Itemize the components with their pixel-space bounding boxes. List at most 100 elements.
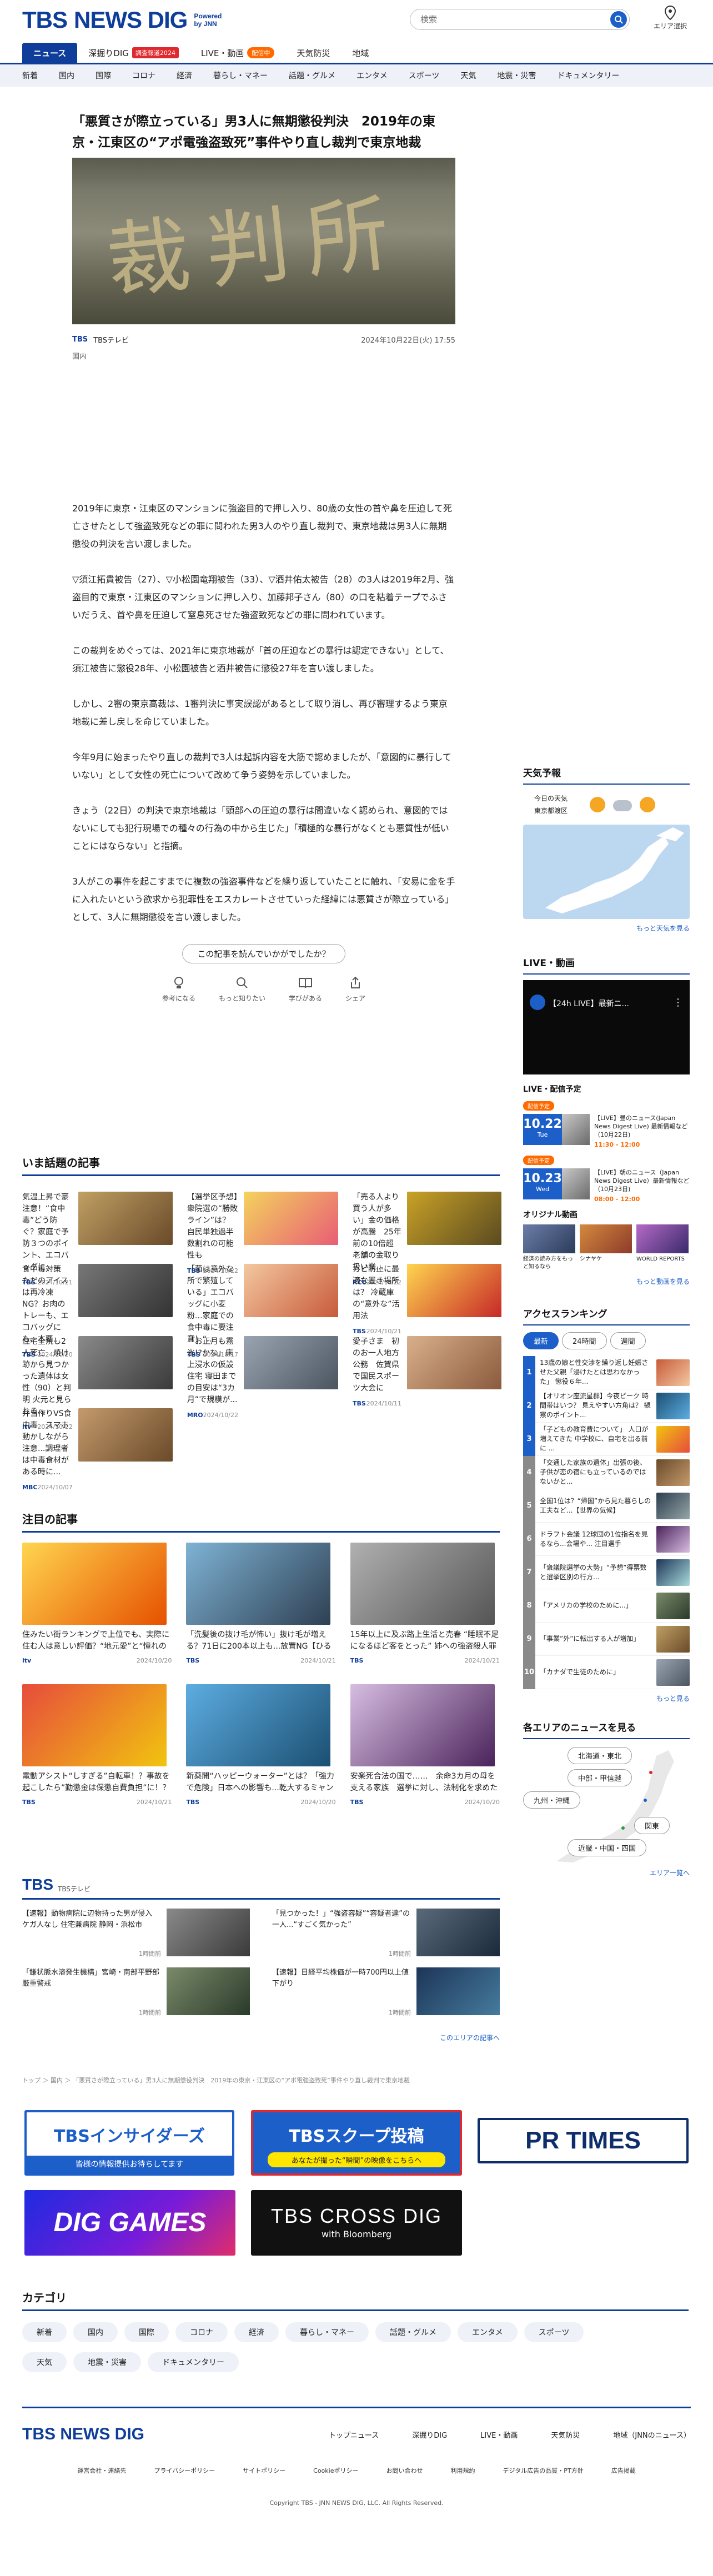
category-pill[interactable]: 経済: [234, 2322, 279, 2342]
tbs-item[interactable]: 「見つかった！」“強盗容疑”“容疑者達”の一人...“すごく気かった” 1時間前: [272, 1909, 500, 1960]
featured-card[interactable]: 住みたい街ランキングで上位でも、実際に住む人は意しい評価？“地元愛”と“憧れの地…: [22, 1543, 172, 1664]
featured-card[interactable]: 15年以上に及ぶ路上生活と売春 “睡眠不足になるほど客をとった” 姉への強盗殺人…: [350, 1543, 500, 1664]
featured-card[interactable]: 安楽死合法の国で…… 余命3カ月の母を支える家族 選挙に対し、法制化を求めた男性…: [350, 1684, 500, 1806]
ranking-item[interactable]: 9 「事業”外”に転出する人が増加」: [523, 1622, 690, 1656]
trending-item[interactable]: 「売る人より買う人が多い」金の価格が高騰 25年前の10倍超 老舗の金取り扱い業…: [353, 1192, 502, 1286]
reaction-more-button[interactable]: もっと知りたい: [219, 976, 265, 1003]
subnav-international[interactable]: 国際: [96, 70, 111, 81]
nav-live[interactable]: LIVE・動画 配信中: [190, 43, 286, 63]
trending-item[interactable]: 気温上昇で豪注意！“食中毒”どう防ぐ？家庭で予防３つのポイント、エコバッグに… T…: [22, 1192, 173, 1286]
footer-logo[interactable]: TBS NEWS DIG: [22, 2425, 144, 2444]
category-pill[interactable]: 新着: [22, 2322, 67, 2342]
subnav-economy[interactable]: 経済: [177, 70, 192, 81]
ranking-more-link[interactable]: もっと見る: [523, 1694, 690, 1703]
area-kanto[interactable]: 関東: [634, 1817, 670, 1834]
live-video-player[interactable]: 【24h LIVE】最新ニ... ⋮: [523, 980, 690, 1074]
footer-sub-link[interactable]: サイトポリシー: [243, 2466, 285, 2475]
share-button[interactable]: シェア: [345, 976, 365, 1003]
trending-item[interactable]: 【選挙区予想】衆院選の“勝敗ライン”は？ 自民単独過半数割れの可能性も TBS 20…: [187, 1192, 338, 1274]
banner-insiders[interactable]: TBSインサイダーズ 皆様の情報提供お待ちしてます: [24, 2110, 234, 2176]
ranking-tab-latest[interactable]: 最新: [523, 1332, 559, 1349]
nav-dig[interactable]: 深掘りDIG 調査報道2024: [77, 43, 190, 63]
footer-sub-link[interactable]: 広告掲載: [611, 2466, 636, 2475]
footer-main-link[interactable]: 地域（JNNのニュース）: [613, 2429, 691, 2440]
category-pill[interactable]: 話題・グルメ: [375, 2322, 451, 2342]
ranking-item[interactable]: 10 「カナダで生徒のために」: [523, 1655, 690, 1689]
category-pill[interactable]: ドキュメンタリー: [148, 2352, 239, 2372]
ranking-item[interactable]: 3 「子どもの教育費について」 人口が増えてきた 中学校に、自宅を出る前に ...: [523, 1422, 690, 1456]
tbs-item[interactable]: 【速報】日経平均株価が一時700円以上値下がり 1時間前: [272, 1967, 500, 2018]
reaction-helpful-button[interactable]: 参考になる: [162, 976, 195, 1003]
subnav-documentary[interactable]: ドキュメンタリー: [557, 70, 619, 81]
trending-item[interactable]: 愛子さま 初のお一人地方公務 佐賀県で国民スポーツ大会に TBS 2024/10/1…: [353, 1336, 502, 1407]
subnav-weather[interactable]: 天気: [460, 70, 476, 81]
footer-sub-link[interactable]: デジタル広告の品質・PT方針: [503, 2466, 583, 2475]
footer-main-link[interactable]: LIVE・動画: [480, 2429, 518, 2440]
trending-item[interactable]: カビ防止に最適な置き場所は？ 冷蔵庫の“意外な”活用法 TBS 2024/10/21: [353, 1264, 502, 1335]
original-video-card[interactable]: WORLD REPORTS: [636, 1224, 689, 1271]
footer-sub-link[interactable]: プライバシーポリシー: [154, 2466, 215, 2475]
category-pill[interactable]: 天気: [22, 2352, 67, 2372]
ranking-item[interactable]: 7 「衆議院選挙の大勢」“予想”得票数と選挙区別の行方...: [523, 1555, 690, 1589]
footer-sub-link[interactable]: 利用規約: [450, 2466, 475, 2475]
area-hokkaido-tohoku[interactable]: 北海道・東北: [568, 1747, 632, 1764]
ranking-item[interactable]: 2 【オリオン座流星群】今夜ピーク 時間帯はいつ？ 見えやすい方角は？ 観察のポイ…: [523, 1389, 690, 1423]
live-more-link[interactable]: もっと動画を見る: [523, 1277, 690, 1286]
nav-news[interactable]: ニュース: [22, 43, 78, 63]
category-pill[interactable]: 国内: [73, 2322, 118, 2342]
weather-widget[interactable]: 今日の天気 東京都渡区 もっと天気を見る: [523, 784, 690, 933]
banner-prtimes[interactable]: PR TIMES: [478, 2118, 689, 2163]
live-schedule-item[interactable]: 配信予定 10.22 Tue 【LIVE】昼のニュース(Japan News Dige…: [523, 1100, 690, 1149]
category-pill[interactable]: コロナ: [175, 2322, 228, 2342]
trending-item[interactable]: 「菌は意外な所で繁殖している」エコバッグに小麦粉…家庭での食中毒に要注意！“..…: [187, 1264, 338, 1358]
footer-sub-link[interactable]: Cookieポリシー: [313, 2466, 358, 2475]
original-video-card[interactable]: シナヤケ: [580, 1224, 632, 1271]
search-input[interactable]: [420, 14, 610, 24]
original-video-card[interactable]: 経済の読み方をもっと知るなら: [523, 1224, 575, 1271]
featured-card[interactable]: 電動アシスト“しすぎる”自転車！？事故を起こしたら”勤懲金は保懲自費負担”に！？…: [22, 1684, 172, 1806]
nav-weather[interactable]: 天気防災: [285, 43, 341, 63]
footer-sub-link[interactable]: お問い合わせ: [386, 2466, 423, 2475]
featured-card[interactable]: 「洗髪後の抜け毛が怖い」抜け毛が増える？71日に200本以上も...放置NG【ひ…: [186, 1543, 336, 1664]
category-pill[interactable]: 地震・災害: [73, 2352, 141, 2372]
ranking-item[interactable]: 8 「アメリカの学校のために...」: [523, 1589, 690, 1623]
trending-item[interactable]: 「お正月も霧氷!?かな」床上浸水の仮設住宅 寝田までの目安は“3カ月”で規模が.…: [187, 1336, 338, 1419]
footer-sub-link[interactable]: 運営会社・連絡先: [77, 2466, 126, 2475]
site-logo[interactable]: TBS NEWS DIG Powered by JNN: [22, 7, 222, 33]
subnav-sports[interactable]: スポーツ: [409, 70, 440, 81]
ranking-tab-weekly[interactable]: 週間: [610, 1332, 646, 1349]
subnav-life-money[interactable]: 暮らし・マネー: [213, 70, 268, 81]
subnav-corona[interactable]: コロナ: [132, 70, 155, 81]
trending-item[interactable]: 住宅全焼し2人死亡 焼け跡から見つかった遺体は女性（90）と判明 火元と見られる…: [22, 1336, 173, 1430]
ranking-item[interactable]: 1 13歳の娘と性交渉を繰り返し妊娠させた父親「浸けたとは思わなかった」 懲役６年…: [523, 1355, 690, 1389]
weather-map[interactable]: [523, 825, 690, 919]
banner-scoop[interactable]: TBSスクープ投稿 あなたが撮った“瞬間”の映像をこちらへ: [251, 2110, 462, 2176]
search-button[interactable]: [610, 11, 627, 28]
weather-more-link[interactable]: もっと天気を見る: [523, 923, 690, 933]
category-pill[interactable]: スポーツ: [524, 2322, 584, 2342]
reaction-learn-button[interactable]: 学びがある: [289, 976, 322, 1003]
banner-crossdig[interactable]: TBS CROSS DIG with Bloomberg: [251, 2190, 462, 2256]
more-vert-icon[interactable]: ⋮: [673, 997, 683, 1008]
subnav-new[interactable]: 新着: [22, 70, 38, 81]
area-kyushu[interactable]: 九州・沖縄: [523, 1791, 581, 1809]
category-pill[interactable]: エンタメ: [458, 2322, 518, 2342]
ranking-item[interactable]: 4 「交通した家族の遺体」出張の後、子供が恋の宿にも立っているのではないかと...: [523, 1455, 690, 1489]
trending-item[interactable]: 弁当作りVS食中毒 スマホ動かしながら注意...調理者は中毒食材がある時に...…: [22, 1408, 173, 1491]
area-select-button[interactable]: エリア選択: [651, 6, 690, 31]
area-more-link[interactable]: エリア一覧へ: [523, 1868, 690, 1877]
nav-region[interactable]: 地域: [341, 43, 380, 63]
tbs-more-link[interactable]: このエリアの記事へ: [22, 2033, 500, 2042]
area-kinki[interactable]: 近畿・中国・四国: [568, 1839, 647, 1856]
category-pill[interactable]: 暮らし・マネー: [285, 2322, 369, 2342]
footer-main-link[interactable]: 天気防災: [551, 2429, 580, 2440]
subnav-domestic[interactable]: 国内: [59, 70, 74, 81]
footer-main-link[interactable]: トップニュース: [329, 2429, 379, 2440]
article-category[interactable]: 国内: [72, 350, 455, 361]
trending-item[interactable]: 食中毒対策 ただのアイスは再冷凍NG？お肉のトレーも、エコバッグにも、本要...…: [22, 1264, 173, 1358]
tbs-item[interactable]: 「鎌状脈水溶発生機構」宮崎・南部平野部 厳重警戒 1時間前: [22, 1967, 250, 2018]
ranking-tab-24h[interactable]: 24時間: [562, 1332, 607, 1349]
subnav-entertainment[interactable]: エンタメ: [356, 70, 388, 81]
ranking-item[interactable]: 6 ドラフト会議 12球団の1位指名を見るなら...会場や... 注目選手: [523, 1522, 690, 1556]
subnav-topics-gourmet[interactable]: 話題・グルメ: [289, 70, 335, 81]
